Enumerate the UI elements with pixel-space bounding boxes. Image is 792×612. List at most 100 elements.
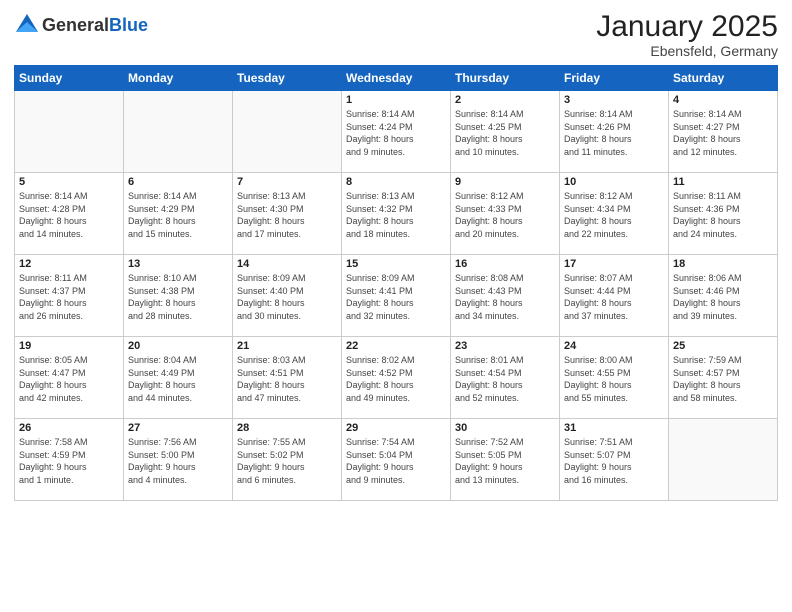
day-info: Sunrise: 8:00 AMSunset: 4:55 PMDaylight:… — [564, 354, 664, 404]
cell-w3-d4: 23 Sunrise: 8:01 AMSunset: 4:54 PMDayligh… — [451, 337, 560, 419]
week-row-2: 12 Sunrise: 8:11 AMSunset: 4:37 PMDayligh… — [15, 255, 778, 337]
day-number: 24 — [564, 340, 664, 352]
day-number: 10 — [564, 176, 664, 188]
cell-w4-d2: 28Sunrise: 7:55 AMSunset: 5:02 PMDayligh… — [233, 419, 342, 501]
day-number: 12 — [19, 258, 119, 270]
logo-icon — [14, 10, 40, 36]
calendar-table: Sunday Monday Tuesday Wednesday Thursday… — [14, 65, 778, 501]
day-number: 16 — [455, 258, 555, 270]
day-info: Sunrise: 8:01 AMSunset: 4:54 PMDaylight:… — [455, 354, 555, 404]
month-title: January 2025 — [596, 10, 778, 43]
weekday-header-row: Sunday Monday Tuesday Wednesday Thursday… — [15, 66, 778, 91]
day-info: Sunrise: 7:52 AMSunset: 5:05 PMDaylight:… — [455, 436, 555, 486]
header-sunday: Sunday — [15, 66, 124, 91]
cell-w4-d1: 27Sunrise: 7:56 AMSunset: 5:00 PMDayligh… — [124, 419, 233, 501]
day-info: Sunrise: 8:02 AMSunset: 4:52 PMDaylight:… — [346, 354, 446, 404]
cell-w0-d0 — [15, 91, 124, 173]
cell-w2-d0: 12 Sunrise: 8:11 AMSunset: 4:37 PMDayligh… — [15, 255, 124, 337]
day-info: Sunrise: 7:58 AMSunset: 4:59 PMDaylight:… — [19, 436, 119, 486]
day-info: Sunrise: 8:14 AMSunset: 4:24 PMDaylight:… — [346, 108, 446, 158]
cell-w3-d6: 25 Sunrise: 7:59 AMSunset: 4:57 PMDayligh… — [669, 337, 778, 419]
day-number: 30 — [455, 422, 555, 434]
day-info: Sunrise: 8:08 AMSunset: 4:43 PMDaylight:… — [455, 272, 555, 322]
cell-w1-d4: 9Sunrise: 8:12 AMSunset: 4:33 PMDaylight… — [451, 173, 560, 255]
day-info: Sunrise: 8:05 AMSunset: 4:47 PMDaylight:… — [19, 354, 119, 404]
location: Ebensfeld, Germany — [596, 43, 778, 59]
day-number: 15 — [346, 258, 446, 270]
day-info: Sunrise: 8:10 AMSunset: 4:38 PMDaylight:… — [128, 272, 228, 322]
cell-w0-d5: 3 Sunrise: 8:14 AMSunset: 4:26 PMDaylight… — [560, 91, 669, 173]
cell-w3-d1: 20Sunrise: 8:04 AMSunset: 4:49 PMDayligh… — [124, 337, 233, 419]
cell-w0-d1 — [124, 91, 233, 173]
day-number: 3 — [564, 94, 664, 106]
logo-blue-text: Blue — [109, 15, 148, 35]
header-friday: Friday — [560, 66, 669, 91]
cell-w1-d5: 10 Sunrise: 8:12 AMSunset: 4:34 PMDayligh… — [560, 173, 669, 255]
day-info: Sunrise: 7:55 AMSunset: 5:02 PMDaylight:… — [237, 436, 337, 486]
cell-w0-d3: 1 Sunrise: 8:14 AMSunset: 4:24 PMDaylight… — [342, 91, 451, 173]
day-info: Sunrise: 7:51 AMSunset: 5:07 PMDaylight:… — [564, 436, 664, 486]
day-info: Sunrise: 8:12 AMSunset: 4:33 PMDaylight:… — [455, 190, 555, 240]
day-info: Sunrise: 8:13 AMSunset: 4:30 PMDaylight:… — [237, 190, 337, 240]
day-info: Sunrise: 8:03 AMSunset: 4:51 PMDaylight:… — [237, 354, 337, 404]
day-info: Sunrise: 7:59 AMSunset: 4:57 PMDaylight:… — [673, 354, 773, 404]
week-row-3: 19 Sunrise: 8:05 AMSunset: 4:47 PMDayligh… — [15, 337, 778, 419]
title-block: January 2025 Ebensfeld, Germany — [596, 10, 778, 59]
day-number: 1 — [346, 94, 446, 106]
day-number: 31 — [564, 422, 664, 434]
cell-w2-d1: 13 Sunrise: 8:10 AMSunset: 4:38 PMDayligh… — [124, 255, 233, 337]
day-number: 5 — [19, 176, 119, 188]
cell-w4-d3: 29Sunrise: 7:54 AMSunset: 5:04 PMDayligh… — [342, 419, 451, 501]
cell-w0-d2 — [233, 91, 342, 173]
day-info: Sunrise: 8:09 AMSunset: 4:40 PMDaylight:… — [237, 272, 337, 322]
cell-w2-d2: 14 Sunrise: 8:09 AMSunset: 4:40 PMDayligh… — [233, 255, 342, 337]
day-info: Sunrise: 8:13 AMSunset: 4:32 PMDaylight:… — [346, 190, 446, 240]
day-info: Sunrise: 8:06 AMSunset: 4:46 PMDaylight:… — [673, 272, 773, 322]
cell-w3-d3: 22 Sunrise: 8:02 AMSunset: 4:52 PMDayligh… — [342, 337, 451, 419]
day-number: 17 — [564, 258, 664, 270]
header-saturday: Saturday — [669, 66, 778, 91]
day-number: 19 — [19, 340, 119, 352]
day-info: Sunrise: 8:12 AMSunset: 4:34 PMDaylight:… — [564, 190, 664, 240]
day-number: 14 — [237, 258, 337, 270]
cell-w4-d4: 30 Sunrise: 7:52 AMSunset: 5:05 PMDayligh… — [451, 419, 560, 501]
day-number: 11 — [673, 176, 773, 188]
cell-w1-d1: 6Sunrise: 8:14 AMSunset: 4:29 PMDaylight… — [124, 173, 233, 255]
cell-w2-d5: 17 Sunrise: 8:07 AMSunset: 4:44 PMDayligh… — [560, 255, 669, 337]
page: GeneralBlue January 2025 Ebensfeld, Germ… — [0, 0, 792, 612]
cell-w1-d3: 8 Sunrise: 8:13 AMSunset: 4:32 PMDaylight… — [342, 173, 451, 255]
day-number: 6 — [128, 176, 228, 188]
cell-w2-d3: 15Sunrise: 8:09 AMSunset: 4:41 PMDayligh… — [342, 255, 451, 337]
day-number: 20 — [128, 340, 228, 352]
day-info: Sunrise: 8:11 AMSunset: 4:36 PMDaylight:… — [673, 190, 773, 240]
day-info: Sunrise: 8:14 AMSunset: 4:26 PMDaylight:… — [564, 108, 664, 158]
day-info: Sunrise: 7:54 AMSunset: 5:04 PMDaylight:… — [346, 436, 446, 486]
header-monday: Monday — [124, 66, 233, 91]
day-info: Sunrise: 7:56 AMSunset: 5:00 PMDaylight:… — [128, 436, 228, 486]
cell-w2-d6: 18 Sunrise: 8:06 AMSunset: 4:46 PMDayligh… — [669, 255, 778, 337]
logo: GeneralBlue — [14, 10, 148, 41]
day-info: Sunrise: 8:07 AMSunset: 4:44 PMDaylight:… — [564, 272, 664, 322]
day-number: 25 — [673, 340, 773, 352]
day-info: Sunrise: 8:11 AMSunset: 4:37 PMDaylight:… — [19, 272, 119, 322]
day-info: Sunrise: 8:14 AMSunset: 4:25 PMDaylight:… — [455, 108, 555, 158]
header-wednesday: Wednesday — [342, 66, 451, 91]
cell-w3-d2: 21 Sunrise: 8:03 AMSunset: 4:51 PMDayligh… — [233, 337, 342, 419]
day-number: 18 — [673, 258, 773, 270]
day-number: 22 — [346, 340, 446, 352]
day-number: 8 — [346, 176, 446, 188]
day-number: 23 — [455, 340, 555, 352]
week-row-0: 1 Sunrise: 8:14 AMSunset: 4:24 PMDaylight… — [15, 91, 778, 173]
cell-w3-d5: 24 Sunrise: 8:00 AMSunset: 4:55 PMDayligh… — [560, 337, 669, 419]
cell-w4-d6 — [669, 419, 778, 501]
cell-w1-d2: 7Sunrise: 8:13 AMSunset: 4:30 PMDaylight… — [233, 173, 342, 255]
cell-w1-d6: 11 Sunrise: 8:11 AMSunset: 4:36 PMDayligh… — [669, 173, 778, 255]
logo-general-text: General — [42, 15, 109, 35]
day-info: Sunrise: 8:14 AMSunset: 4:27 PMDaylight:… — [673, 108, 773, 158]
day-number: 21 — [237, 340, 337, 352]
cell-w3-d0: 19 Sunrise: 8:05 AMSunset: 4:47 PMDayligh… — [15, 337, 124, 419]
day-number: 4 — [673, 94, 773, 106]
day-number: 13 — [128, 258, 228, 270]
day-info: Sunrise: 8:14 AMSunset: 4:28 PMDaylight:… — [19, 190, 119, 240]
cell-w2-d4: 16 Sunrise: 8:08 AMSunset: 4:43 PMDayligh… — [451, 255, 560, 337]
